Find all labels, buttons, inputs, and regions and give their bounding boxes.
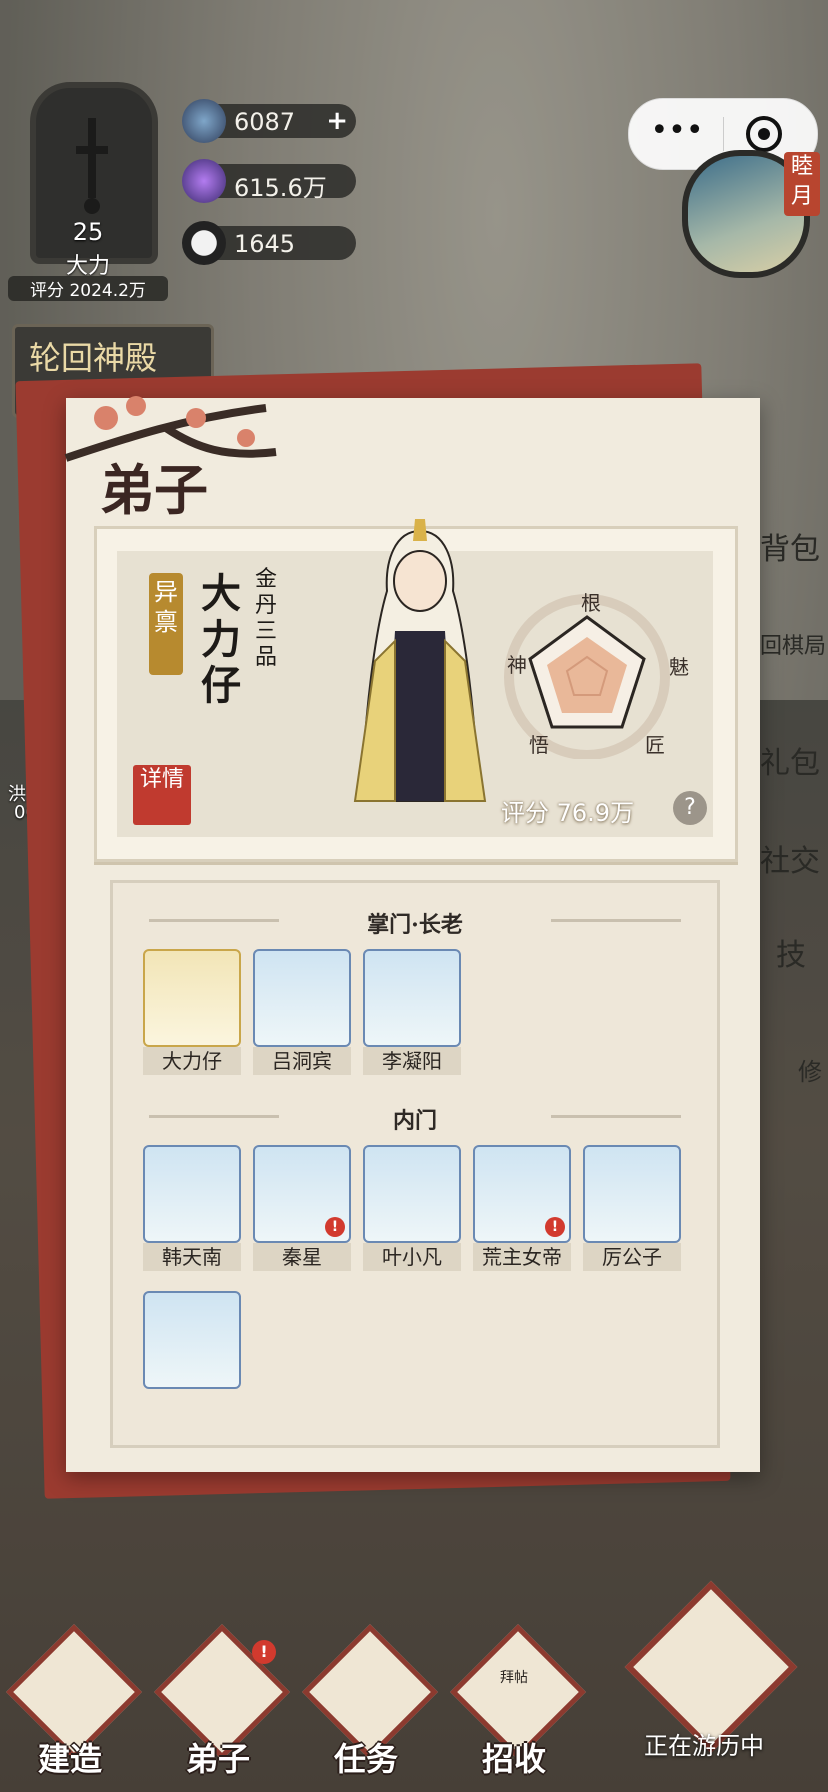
- resource-crystal: 615.6万: [182, 159, 356, 203]
- crystal-icon: [182, 159, 226, 203]
- resource-value: 1645: [234, 230, 296, 258]
- disciple-card[interactable]: 韩天南: [143, 1145, 241, 1271]
- close-target-icon[interactable]: [743, 113, 785, 155]
- section-title-inner: 内门: [392, 1108, 437, 1134]
- stat-spirit: 神: [507, 653, 527, 677]
- disciple-portrait: [253, 949, 351, 1047]
- nav-label: 招收: [481, 1740, 546, 1778]
- hero-realm: 金丹三品: [255, 567, 278, 670]
- stat-root: 根: [581, 591, 601, 615]
- spirit-stone-icon: [182, 99, 226, 143]
- player-score: 评分 2024.2万: [8, 276, 168, 301]
- disciple-card[interactable]: 厉公子: [583, 1145, 681, 1271]
- disciple-card[interactable]: 叶小凡: [363, 1145, 461, 1271]
- alert-badge: !: [252, 1640, 276, 1664]
- disciple-name: 厉公子: [583, 1243, 681, 1271]
- disciple-name: 大力仔: [143, 1047, 241, 1075]
- disciple-name: 秦星: [253, 1243, 351, 1271]
- invitation-text: 拜帖: [500, 1670, 528, 1686]
- alert-badge: !: [545, 1217, 565, 1237]
- modal-title: 弟子: [100, 458, 208, 522]
- hero-scroll: 异禀 大力仔 金丹三品 详情 根 魅 匠 悟 神 评分 76.9万 ?: [117, 519, 713, 837]
- disciple-card[interactable]: 李凝阳: [363, 949, 461, 1075]
- disciple-portrait: [583, 1145, 681, 1243]
- hero-score: 评分 76.9万: [501, 799, 635, 827]
- nav-recruit[interactable]: 拜帖 招收: [444, 1624, 586, 1790]
- resource-value: 6087: [234, 108, 296, 136]
- alert-badge: !: [325, 1217, 345, 1237]
- disciple-name: 李凝阳: [363, 1047, 461, 1075]
- stat-charm: 魅: [669, 655, 689, 679]
- add-resource-button[interactable]: +: [326, 106, 348, 136]
- stat-craft: 匠: [645, 733, 665, 757]
- disciple-name: 荒主女帝: [473, 1243, 571, 1271]
- disciple-name: 韩天南: [143, 1243, 241, 1271]
- disciple-portrait: [363, 949, 461, 1047]
- player-avatar[interactable]: 25 大力 评分 2024.2万: [8, 50, 168, 301]
- nav-label: 建造: [37, 1740, 102, 1778]
- hero-name: 大力仔: [201, 570, 241, 709]
- plum-branch-decoration: [64, 396, 277, 462]
- detail-button[interactable]: 详情: [133, 765, 191, 825]
- disciples-modal: 弟子 异禀 大力仔 金丹三品 详情 根 魅 匠 悟 神 评分 76.9万 ? 掌…: [64, 396, 760, 1472]
- sword-emblem-icon: [76, 118, 108, 214]
- disciple-card[interactable]: ! 荒主女帝: [473, 1145, 571, 1271]
- disciple-name: 吕洞宾: [253, 1047, 351, 1075]
- menu-bag[interactable]: 背包: [760, 524, 828, 568]
- menu-gift[interactable]: 礼包: [760, 738, 828, 782]
- menu-social[interactable]: 社交: [760, 836, 828, 880]
- nav-tasks[interactable]: 任务: [296, 1624, 438, 1790]
- disciple-portrait: [143, 949, 241, 1047]
- disciple-list: 掌门·长老 大力仔 吕洞宾 李凝阳 内门 韩天南 ! 秦星 叶小凡 ! 荒主女帝…: [110, 880, 720, 1448]
- disciple-name: 叶小凡: [363, 1243, 461, 1271]
- yin-yang-icon: [182, 221, 226, 265]
- resource-value: 615.6万: [234, 174, 327, 202]
- more-options-icon[interactable]: •••: [647, 116, 707, 147]
- player-level: 25: [72, 218, 104, 246]
- nav-disciples[interactable]: ! 弟子: [148, 1624, 290, 1790]
- talent-tag: 异禀: [149, 573, 183, 675]
- menu-cultivate[interactable]: 修: [798, 1052, 828, 1087]
- disciple-card[interactable]: ! 秦星: [253, 1145, 351, 1271]
- hero-portrait[interactable]: [335, 511, 505, 821]
- section-title-elders: 掌门·长老: [367, 912, 463, 938]
- travel-label: 正在游历中: [644, 1732, 764, 1760]
- month-badge: 睦月: [784, 152, 820, 216]
- help-icon[interactable]: ?: [673, 791, 707, 825]
- hero-card: 异禀 大力仔 金丹三品 详情 根 魅 匠 悟 神 评分 76.9万 ?: [94, 519, 738, 862]
- nav-label: 任务: [333, 1740, 398, 1778]
- disciple-portrait: [143, 1291, 241, 1389]
- disciple-card[interactable]: 大力仔: [143, 949, 241, 1075]
- resource-yin-yang: 1645: [182, 221, 356, 265]
- menu-skill[interactable]: 技: [776, 930, 828, 974]
- event-title: 轮回神殿: [29, 339, 158, 377]
- resource-spirit-stone: 6087 +: [182, 99, 356, 143]
- stat-insight: 悟: [529, 733, 549, 757]
- disciple-card[interactable]: 吕洞宾: [253, 949, 351, 1075]
- nav-label: 弟子: [185, 1740, 250, 1778]
- disciple-portrait: [143, 1145, 241, 1243]
- capsule-divider: [723, 117, 724, 151]
- travel-button[interactable]: 正在游历中: [614, 1580, 798, 1782]
- disciple-portrait: [363, 1145, 461, 1243]
- disciple-card[interactable]: [143, 1291, 241, 1391]
- menu-board[interactable]: 回棋局: [760, 628, 828, 660]
- nav-build[interactable]: 建造: [0, 1624, 142, 1790]
